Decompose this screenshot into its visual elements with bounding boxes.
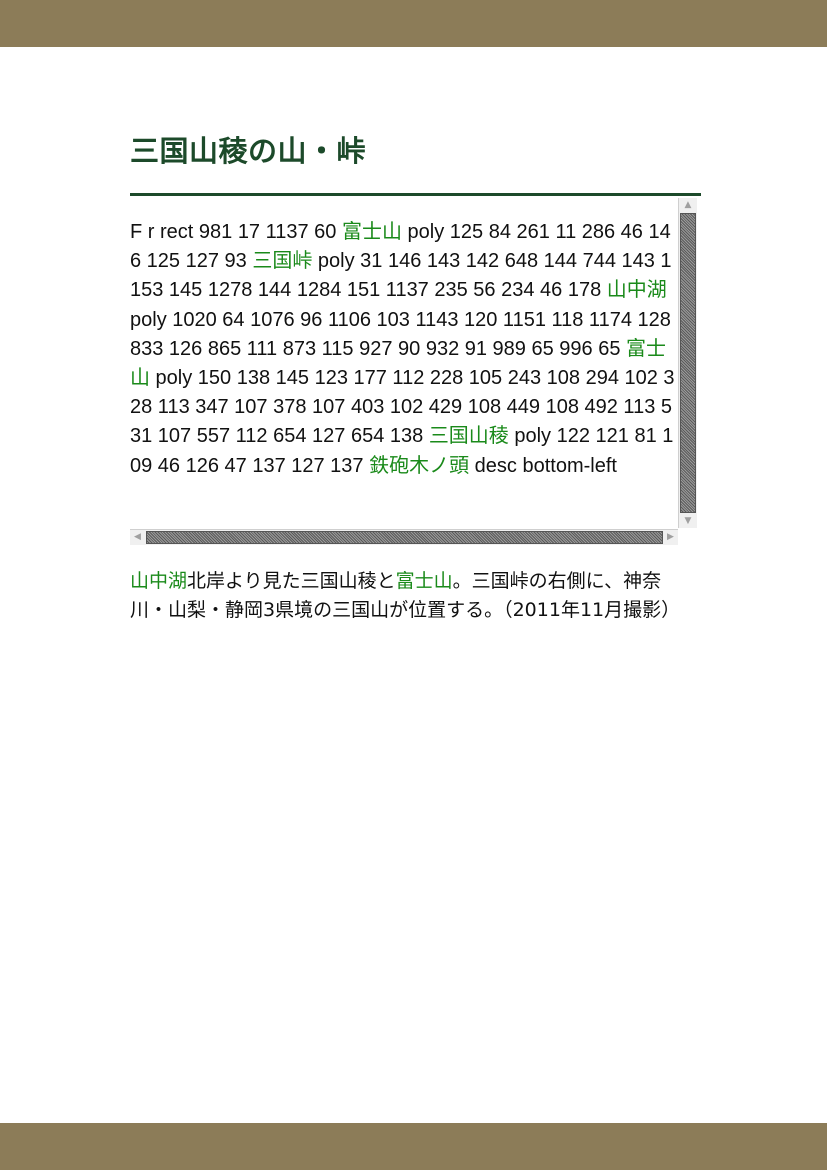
- caption-link-fujisan[interactable]: 富士山: [396, 570, 453, 592]
- imagemap-segment: desc bottom-left: [469, 454, 617, 477]
- top-band: [0, 0, 827, 47]
- scrollbar-corner: [678, 529, 696, 544]
- caption-link-yamanakako[interactable]: 山中湖: [130, 570, 187, 592]
- scroll-up-icon[interactable]: ▲: [680, 198, 696, 212]
- horizontal-scrollbar[interactable]: ◀ ▶: [130, 529, 678, 545]
- link-fujisan[interactable]: 富士山: [342, 221, 402, 243]
- caption-text: 北岸より見た三国山稜と: [187, 570, 396, 592]
- imagemap-segment: poly 1020 64 1076 96 1106 103 1143 120 1…: [130, 308, 671, 360]
- link-mikuni-ridge[interactable]: 三国山稜: [429, 425, 509, 447]
- scroll-left-icon[interactable]: ◀: [130, 530, 145, 544]
- scroll-right-icon[interactable]: ▶: [663, 530, 678, 544]
- link-yamanakako[interactable]: 山中湖: [607, 279, 667, 301]
- horizontal-scroll-thumb[interactable]: [146, 531, 663, 544]
- page-title: 三国山稜の山・峠: [130, 134, 367, 168]
- link-teppogi-no-atama[interactable]: 鉄砲木ノ頭: [369, 455, 469, 477]
- image-caption: 山中湖北岸より見た三国山稜と富士山。三国峠の右側に、神奈川・山梨・静岡3県境の三…: [130, 567, 683, 625]
- scroll-down-icon[interactable]: ▼: [680, 514, 696, 528]
- bottom-band: [0, 1123, 827, 1170]
- link-mikuni-pass[interactable]: 三国峠: [252, 250, 312, 272]
- imagemap-segment: F r rect 981 17 1137 60: [130, 221, 342, 243]
- vertical-scrollbar[interactable]: ▲ ▼: [678, 198, 697, 528]
- vertical-scroll-thumb[interactable]: [680, 213, 696, 513]
- imagemap-scroll-box[interactable]: F r rect 981 17 1137 60 富士山 poly 125 84 …: [130, 198, 697, 545]
- imagemap-text: F r rect 981 17 1137 60 富士山 poly 125 84 …: [130, 218, 678, 530]
- title-rule: [130, 193, 701, 196]
